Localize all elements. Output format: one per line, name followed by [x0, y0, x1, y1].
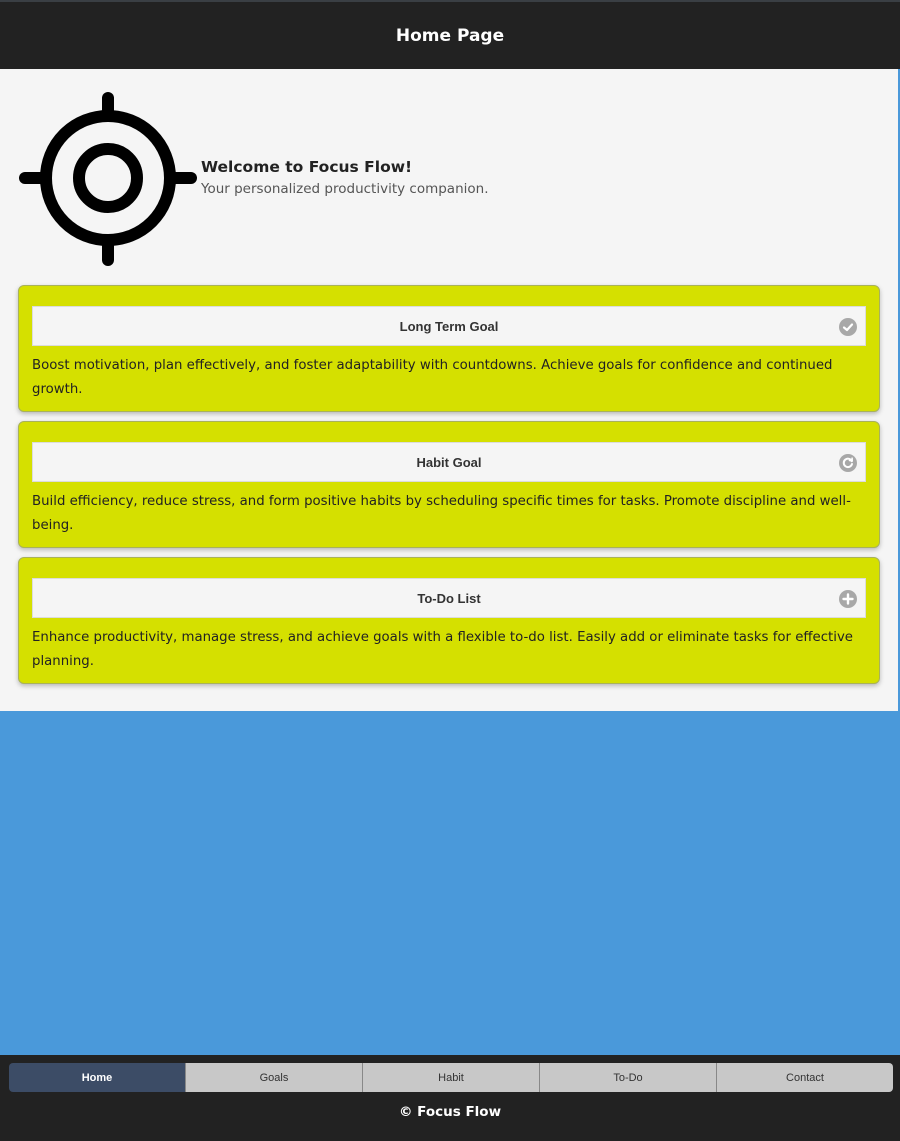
bottom-nav: Home Goals Habit To-Do Contact — [9, 1063, 893, 1092]
target-icon — [19, 92, 197, 266]
card-description: Build efficiency, reduce stress, and for… — [32, 494, 851, 533]
refresh-circle-icon — [839, 454, 857, 472]
copyright-text: © Focus Flow — [398, 1104, 502, 1120]
card-to-do-list[interactable]: To-Do List Enhance productivity, manage … — [18, 557, 880, 684]
card-long-term-goal[interactable]: Long Term Goal Boost motivation, plan ef… — [18, 285, 880, 412]
plus-circle-icon — [839, 590, 857, 608]
nav-item-contact[interactable]: Contact — [717, 1063, 893, 1092]
main-content: Welcome to Focus Flow! Your personalized… — [0, 69, 898, 711]
card-title: Habit Goal — [416, 454, 482, 470]
card-title: Long Term Goal — [399, 318, 499, 334]
card-header[interactable]: Habit Goal — [32, 442, 866, 482]
hero-text: Welcome to Focus Flow! Your personalized… — [201, 158, 489, 197]
card-description: Enhance productivity, manage stress, and… — [32, 630, 853, 669]
card-header[interactable]: Long Term Goal — [32, 306, 866, 346]
card-header[interactable]: To-Do List — [32, 578, 866, 618]
card-title: To-Do List — [417, 590, 481, 606]
footer: Home Goals Habit To-Do Contact © Focus F… — [0, 1055, 900, 1141]
welcome-subtitle: Your personalized productivity companion… — [201, 181, 489, 197]
card-description: Boost motivation, plan effectively, and … — [32, 358, 833, 397]
nav-item-to-do[interactable]: To-Do — [540, 1063, 717, 1092]
nav-item-goals[interactable]: Goals — [186, 1063, 363, 1092]
header-bar: Home Page — [0, 0, 900, 69]
card-habit-goal[interactable]: Habit Goal Build efficiency, reduce stre… — [18, 421, 880, 548]
welcome-heading: Welcome to Focus Flow! — [201, 158, 413, 176]
nav-item-home[interactable]: Home — [9, 1063, 186, 1092]
nav-item-habit[interactable]: Habit — [363, 1063, 540, 1092]
page-title: Home Page — [395, 25, 505, 46]
hero-section: Welcome to Focus Flow! Your personalized… — [18, 89, 878, 269]
check-circle-icon — [839, 318, 857, 336]
